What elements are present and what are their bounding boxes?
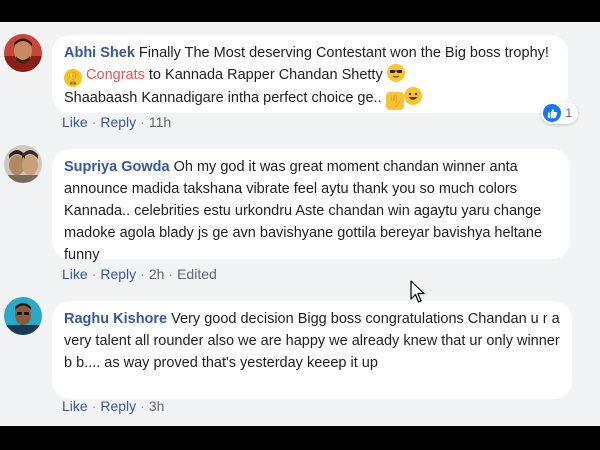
comment-actions: Like · Reply · 3h	[62, 398, 165, 414]
smiling-face-icon	[403, 87, 422, 105]
comment-text: Shaabaash Kannadigare intha perfect choi…	[64, 90, 386, 106]
like-link[interactable]: Like	[62, 266, 88, 282]
like-link[interactable]: Like	[62, 114, 88, 130]
mouse-pointer-icon	[410, 280, 426, 309]
like-link[interactable]: Like	[62, 398, 88, 414]
comment-text: to Kannada Rapper Chandan Shetty	[144, 67, 387, 83]
timestamp[interactable]: 3h	[149, 398, 165, 414]
thumbs-up-icon	[543, 104, 562, 122]
reaction-summary[interactable]: 1	[541, 102, 578, 124]
comment-actions: Like · Reply · 2h · Edited	[62, 266, 217, 282]
comments-panel: Abhi Shek Finally The Most deserving Con…	[0, 22, 600, 426]
trophy-icon: 🏆	[64, 69, 82, 87]
comment-bubble: Supriya Gowda Oh my god it was great mom…	[52, 149, 570, 263]
comment-bubble: Raghu Kishore Very good decision Bigg bo…	[52, 301, 572, 399]
timestamp[interactable]: 11h	[149, 114, 171, 130]
avatar[interactable]	[4, 145, 42, 183]
edited-label[interactable]: Edited	[177, 266, 217, 282]
sunglasses-face-icon	[386, 64, 405, 82]
avatar[interactable]	[4, 297, 42, 335]
comment-actions: Like · Reply · 11h	[62, 114, 172, 130]
reply-link[interactable]: Reply	[100, 114, 136, 130]
avatar[interactable]	[4, 34, 42, 72]
reply-link[interactable]: Reply	[100, 398, 136, 414]
comment-author[interactable]: Supriya Gowda	[64, 159, 170, 175]
comment-author[interactable]: Raghu Kishore	[64, 311, 167, 327]
clapping-hands-icon: ✋	[385, 92, 404, 110]
timestamp[interactable]: 2h	[149, 266, 165, 282]
comment-highlight: Congrats	[86, 67, 145, 83]
reaction-count: 1	[565, 106, 572, 120]
comment-author[interactable]: Abhi Shek	[64, 45, 135, 61]
comment-bubble: Abhi Shek Finally The Most deserving Con…	[52, 35, 568, 113]
comment-text: Finally The Most deserving Contestant wo…	[134, 45, 549, 61]
reply-link[interactable]: Reply	[100, 266, 136, 282]
